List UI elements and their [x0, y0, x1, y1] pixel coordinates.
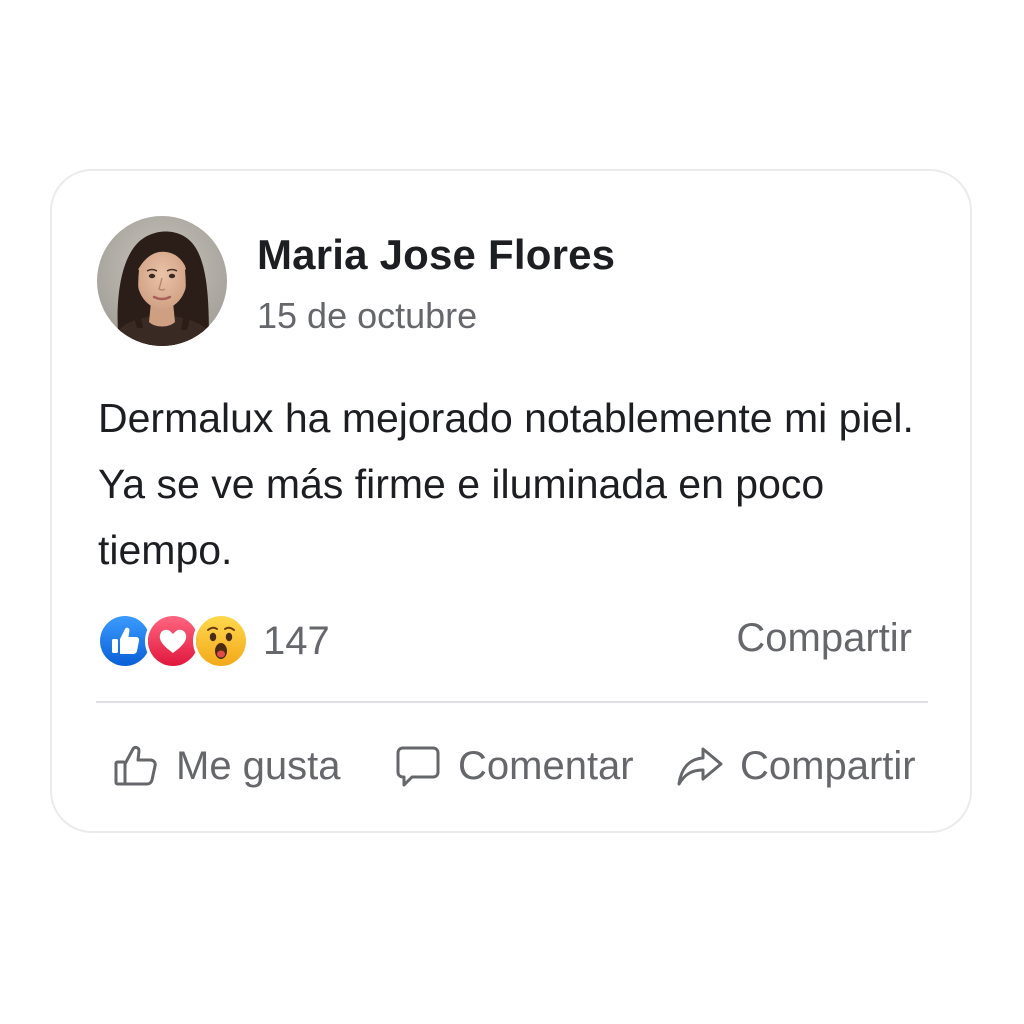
author-name[interactable]: Maria Jose Flores	[257, 231, 615, 279]
like-button[interactable]: Me gusta	[112, 731, 341, 801]
like-button-label: Me gusta	[176, 743, 341, 788]
post-text: Dermalux ha mejorado notablemente mi pie…	[98, 395, 914, 573]
share-arrow-icon	[676, 742, 724, 790]
speech-bubble-icon	[394, 742, 442, 790]
post-card: Maria Jose Flores 15 de octubre Dermalux…	[50, 169, 972, 833]
share-button-label: Compartir	[740, 743, 916, 788]
share-button[interactable]: Compartir	[676, 731, 916, 801]
wow-reaction-icon	[193, 613, 249, 669]
comment-button[interactable]: Comentar	[394, 731, 634, 801]
author-avatar[interactable]	[97, 216, 227, 346]
comment-button-label: Comentar	[458, 743, 634, 788]
reaction-count: 147	[263, 618, 330, 663]
post-date[interactable]: 15 de octubre	[257, 295, 477, 337]
actions-divider	[96, 701, 928, 703]
post-actions-bar: Me gusta Comentar Compartir	[112, 731, 926, 801]
thumbs-up-icon	[112, 742, 160, 790]
shares-count-link[interactable]: Compartir	[736, 616, 912, 661]
reactions-summary[interactable]: 147	[97, 611, 330, 671]
